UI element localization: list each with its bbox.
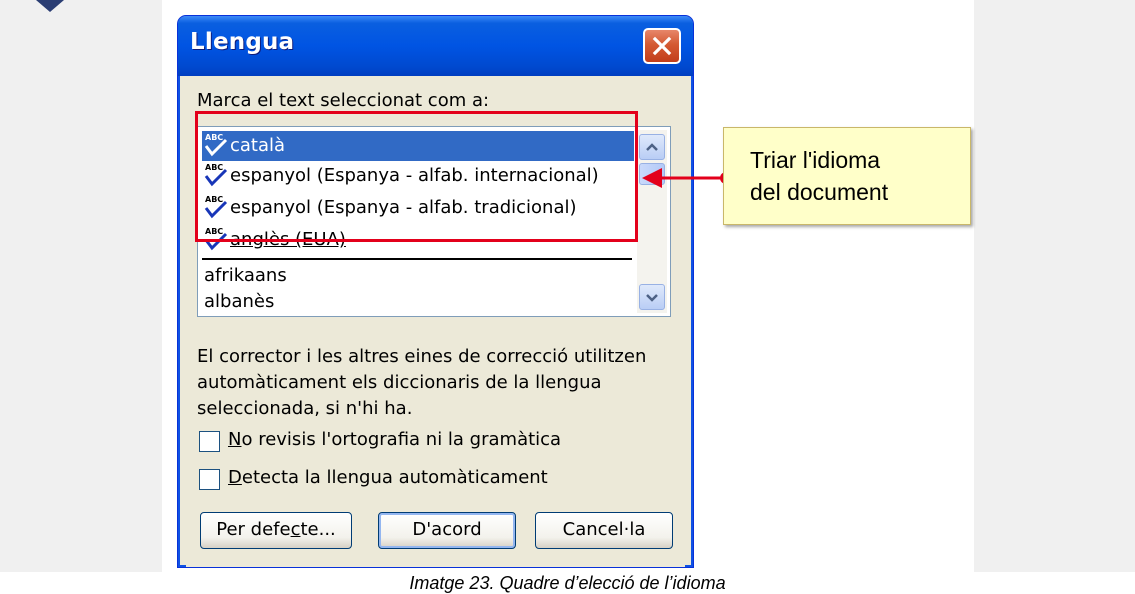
callout-line-2: del document xyxy=(750,179,889,205)
cancel-button[interactable]: Cancel·la xyxy=(535,512,673,549)
title-bar[interactable]: Llengua xyxy=(178,16,693,76)
description-line-2: automàticament els diccionaris de la lle… xyxy=(197,372,602,393)
list-item-label: afrikaans xyxy=(204,265,287,286)
ok-button[interactable]: D'acord xyxy=(378,512,516,549)
no-spellcheck-checkbox[interactable] xyxy=(199,431,220,452)
default-button[interactable]: Per defecte... xyxy=(200,512,352,549)
list-label: Marca el text seleccionat com a: xyxy=(197,90,490,111)
scroll-up-button[interactable] xyxy=(639,134,665,160)
detect-language-checkbox[interactable] xyxy=(199,469,220,490)
no-spellcheck-label[interactable]: No revisis l'ortografia ni la gramàtica xyxy=(228,429,561,450)
annotation-highlight-box xyxy=(195,111,638,242)
description-line-3: seleccionada, si n'hi ha. xyxy=(197,398,413,419)
figure-caption: Imatge 23. Quadre d’elecció de l’idioma xyxy=(409,573,726,593)
close-x-icon xyxy=(652,36,672,56)
close-button[interactable] xyxy=(643,28,681,64)
description-line-1: El corrector i les altres eines de corre… xyxy=(197,346,647,367)
chevron-up-icon xyxy=(646,143,658,151)
callout-line-1: Triar l'idioma xyxy=(750,147,881,173)
listbox-scrollbar[interactable] xyxy=(637,130,667,313)
bullet-mark-icon xyxy=(36,0,64,12)
scroll-down-button[interactable] xyxy=(639,284,665,310)
detect-language-label[interactable]: Detecta la llengua automàticament xyxy=(228,467,548,488)
language-dialog: Llengua Marca el text seleccionat com a:… xyxy=(177,15,694,568)
list-item-label: albanès xyxy=(204,291,275,312)
dialog-title: Llengua xyxy=(190,29,295,55)
callout-text: Triar l'idioma del document xyxy=(750,144,888,208)
annotation-callout: Triar l'idioma del document xyxy=(723,127,971,225)
list-separator xyxy=(202,258,632,260)
chevron-down-icon xyxy=(646,294,658,302)
